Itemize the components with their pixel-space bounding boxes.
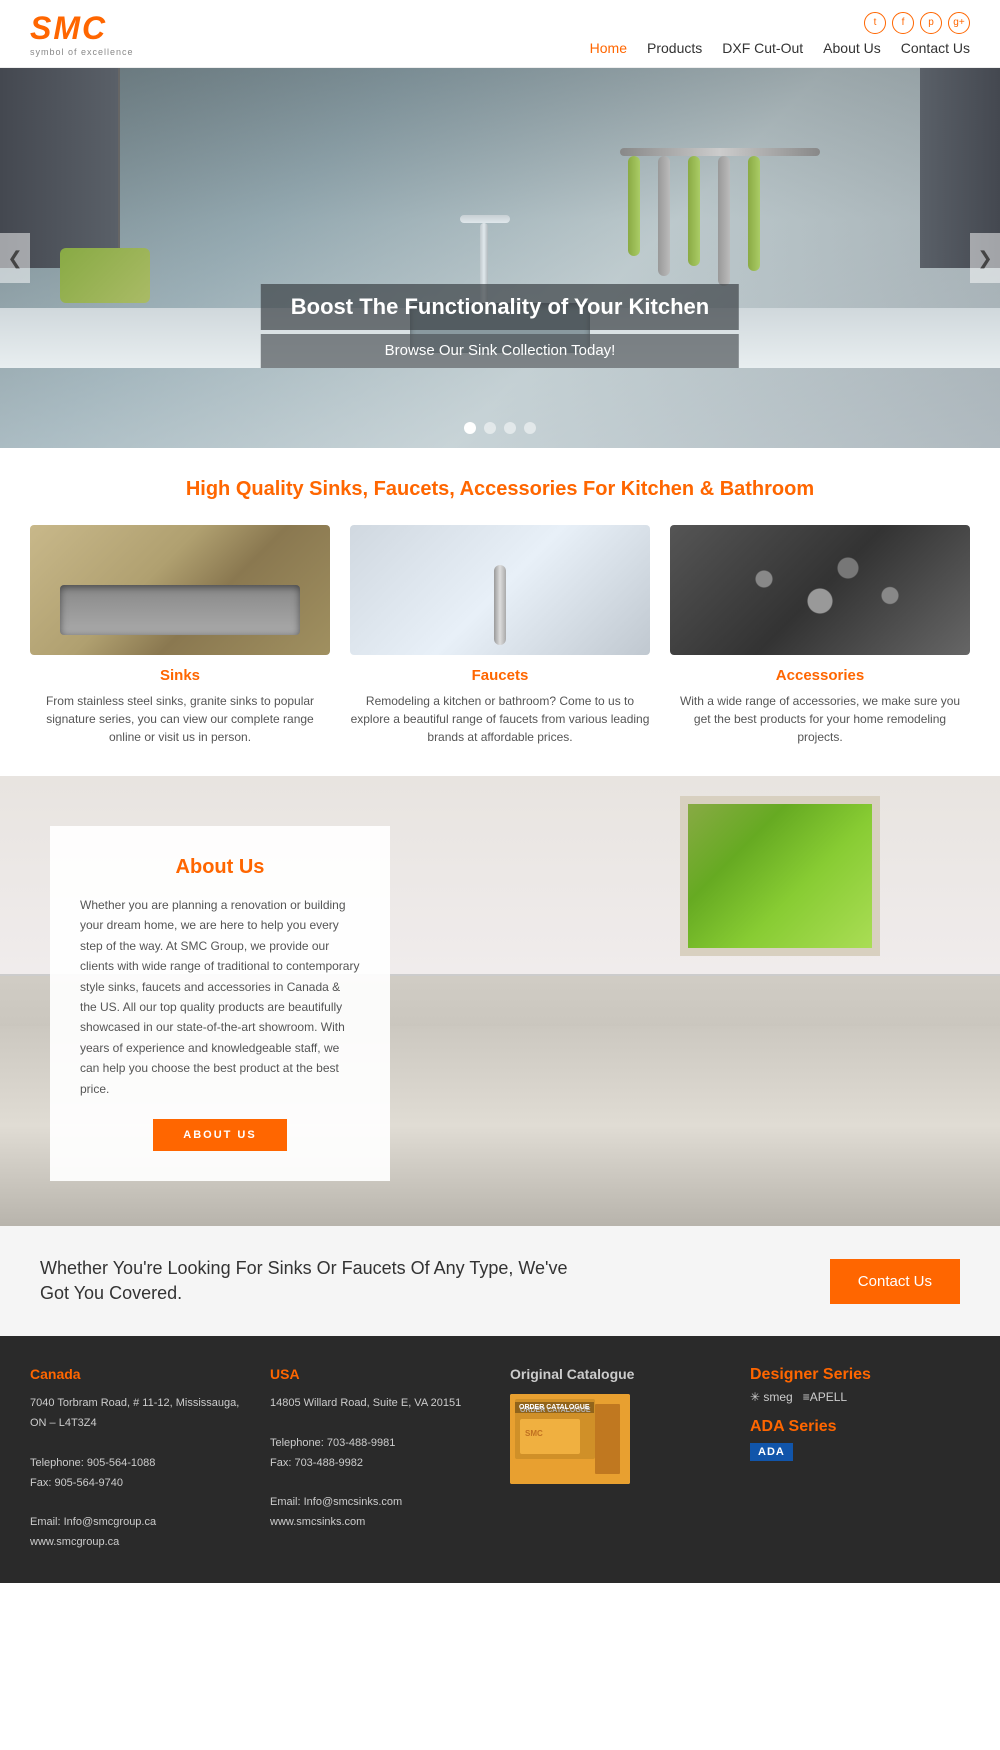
svg-text:SMC: SMC — [525, 1429, 543, 1438]
products-grid: Sinks From stainless steel sinks, granit… — [30, 525, 970, 746]
usa-address: 14805 Willard Road, Suite E, VA 20151 — [270, 1397, 461, 1409]
header: SMC symbol of excellence t f p g+ Home P… — [0, 0, 1000, 68]
accessories-image — [670, 525, 970, 655]
nav-about[interactable]: About Us — [823, 40, 881, 56]
hero-slider: ❮ ❯ Boost The Functionality of Your Kitc… — [0, 68, 1000, 448]
usa-website[interactable]: www.smcsinks.com — [270, 1516, 365, 1528]
about-window — [680, 796, 880, 956]
hero-background — [0, 68, 1000, 448]
utensil-2 — [658, 156, 670, 276]
sinks-title[interactable]: Sinks — [30, 667, 330, 684]
canada-email: Email: Info@smcgroup.ca — [30, 1516, 156, 1528]
about-text: Whether you are planning a renovation or… — [80, 895, 360, 1099]
nav-dxf[interactable]: DXF Cut-Out — [722, 40, 803, 56]
sinks-image — [30, 525, 330, 655]
utensil-1 — [628, 156, 640, 256]
catalogue-image[interactable]: ORDER CATALOGUE SMC — [510, 1394, 630, 1484]
product-card-sinks: Sinks From stainless steel sinks, granit… — [30, 525, 330, 746]
slider-dots — [464, 422, 536, 434]
designer-brands-logos: ✳ smeg ≡APELL — [750, 1390, 970, 1404]
product-card-accessories: Accessories With a wide range of accesso… — [670, 525, 970, 746]
nav-home[interactable]: Home — [590, 40, 627, 56]
products-section: High Quality Sinks, Faucets, Accessories… — [0, 448, 1000, 776]
footer-usa-title: USA — [270, 1366, 490, 1382]
dot-2[interactable] — [484, 422, 496, 434]
canada-website[interactable]: www.smcgroup.ca — [30, 1536, 119, 1548]
logo: SMC symbol of excellence — [30, 10, 134, 57]
canada-address: 7040 Torbram Road, # 11-12, Mississauga,… — [30, 1397, 239, 1429]
smeg-logo: ✳ smeg — [750, 1390, 793, 1404]
hero-title-box: Boost The Functionality of Your Kitchen — [261, 284, 739, 330]
products-title: High Quality Sinks, Faucets, Accessories… — [30, 478, 970, 501]
hero-title: Boost The Functionality of Your Kitchen — [291, 294, 709, 319]
footer-canada: Canada 7040 Torbram Road, # 11-12, Missi… — [30, 1366, 250, 1552]
usa-phone: Telephone: 703-488-9981 — [270, 1437, 395, 1449]
social-icons: t f p g+ — [864, 12, 970, 34]
about-section: About Us Whether you are planning a reno… — [0, 776, 1000, 1226]
about-box: About Us Whether you are planning a reno… — [50, 826, 390, 1181]
faucets-image — [350, 525, 650, 655]
logo-sub: symbol of excellence — [30, 47, 134, 57]
hero-subtitle: Browse Our Sink Collection Today! — [385, 342, 616, 359]
utensil-3 — [688, 156, 700, 266]
googleplus-icon[interactable]: g+ — [948, 12, 970, 34]
logo-text: SMC — [30, 10, 134, 47]
catalogue-title: Original Catalogue — [510, 1366, 730, 1382]
accessories-description: With a wide range of accessories, we mak… — [670, 692, 970, 746]
svg-text:ORDER CATALOGUE: ORDER CATALOGUE — [520, 1407, 591, 1414]
about-button[interactable]: ABOUT US — [153, 1119, 286, 1151]
sinks-description: From stainless steel sinks, granite sink… — [30, 692, 330, 746]
hero-caption: Boost The Functionality of Your Kitchen … — [261, 284, 739, 368]
header-right: t f p g+ Home Products DXF Cut-Out About… — [590, 12, 970, 56]
facebook-icon[interactable]: f — [892, 12, 914, 34]
utensils-bar — [620, 148, 820, 156]
pinterest-icon[interactable]: p — [920, 12, 942, 34]
faucet-top — [460, 215, 510, 223]
footer-canada-info: 7040 Torbram Road, # 11-12, Mississauga,… — [30, 1394, 250, 1552]
chevron-left-icon: ❮ — [7, 248, 22, 269]
hero-sub-box: Browse Our Sink Collection Today! — [261, 334, 739, 368]
product-card-faucets: Faucets Remodeling a kitchen or bathroom… — [350, 525, 650, 746]
usa-fax: Fax: 703-488-9982 — [270, 1457, 363, 1469]
main-nav: Home Products DXF Cut-Out About Us Conta… — [590, 40, 970, 56]
faucets-title[interactable]: Faucets — [350, 667, 650, 684]
footer-canada-title: Canada — [30, 1366, 250, 1382]
canada-fax: Fax: 905-564-9740 — [30, 1477, 123, 1489]
accessories-title[interactable]: Accessories — [670, 667, 970, 684]
dot-4[interactable] — [524, 422, 536, 434]
utensil-4 — [718, 156, 730, 286]
kitchen-overlay — [0, 68, 1000, 448]
faucets-description: Remodeling a kitchen or bathroom? Come t… — [350, 692, 650, 746]
footer: Canada 7040 Torbram Road, # 11-12, Missi… — [0, 1336, 1000, 1582]
apell-logo: ≡APELL — [803, 1390, 847, 1404]
cta-text: Whether You're Looking For Sinks Or Fauc… — [40, 1256, 590, 1306]
toaster — [60, 248, 150, 303]
prev-slide-button[interactable]: ❮ — [0, 233, 30, 283]
cta-section: Whether You're Looking For Sinks Or Fauc… — [0, 1226, 1000, 1336]
footer-brands: Designer Series ✳ smeg ≡APELL ADA Series… — [750, 1366, 970, 1552]
footer-catalogue: Original Catalogue ORDER CATALOGUE SMC — [510, 1366, 730, 1552]
nav-contact[interactable]: Contact Us — [901, 40, 970, 56]
ada-badge: ADA — [750, 1443, 793, 1461]
nav-products[interactable]: Products — [647, 40, 702, 56]
canada-phone: Telephone: 905-564-1088 — [30, 1457, 155, 1469]
designer-series-title: Designer Series — [750, 1366, 970, 1384]
usa-email: Email: Info@smcsinks.com — [270, 1496, 402, 1508]
ada-series-title: ADA Series — [750, 1418, 970, 1436]
footer-usa: USA 14805 Willard Road, Suite E, VA 2015… — [270, 1366, 490, 1552]
utensil-5 — [748, 156, 760, 271]
footer-usa-info: 14805 Willard Road, Suite E, VA 20151 Te… — [270, 1394, 490, 1533]
about-title: About Us — [80, 856, 360, 879]
chevron-right-icon: ❯ — [977, 248, 992, 269]
twitter-icon[interactable]: t — [864, 12, 886, 34]
next-slide-button[interactable]: ❯ — [970, 233, 1000, 283]
dot-1[interactable] — [464, 422, 476, 434]
contact-us-button[interactable]: Contact Us — [830, 1259, 960, 1304]
dot-3[interactable] — [504, 422, 516, 434]
